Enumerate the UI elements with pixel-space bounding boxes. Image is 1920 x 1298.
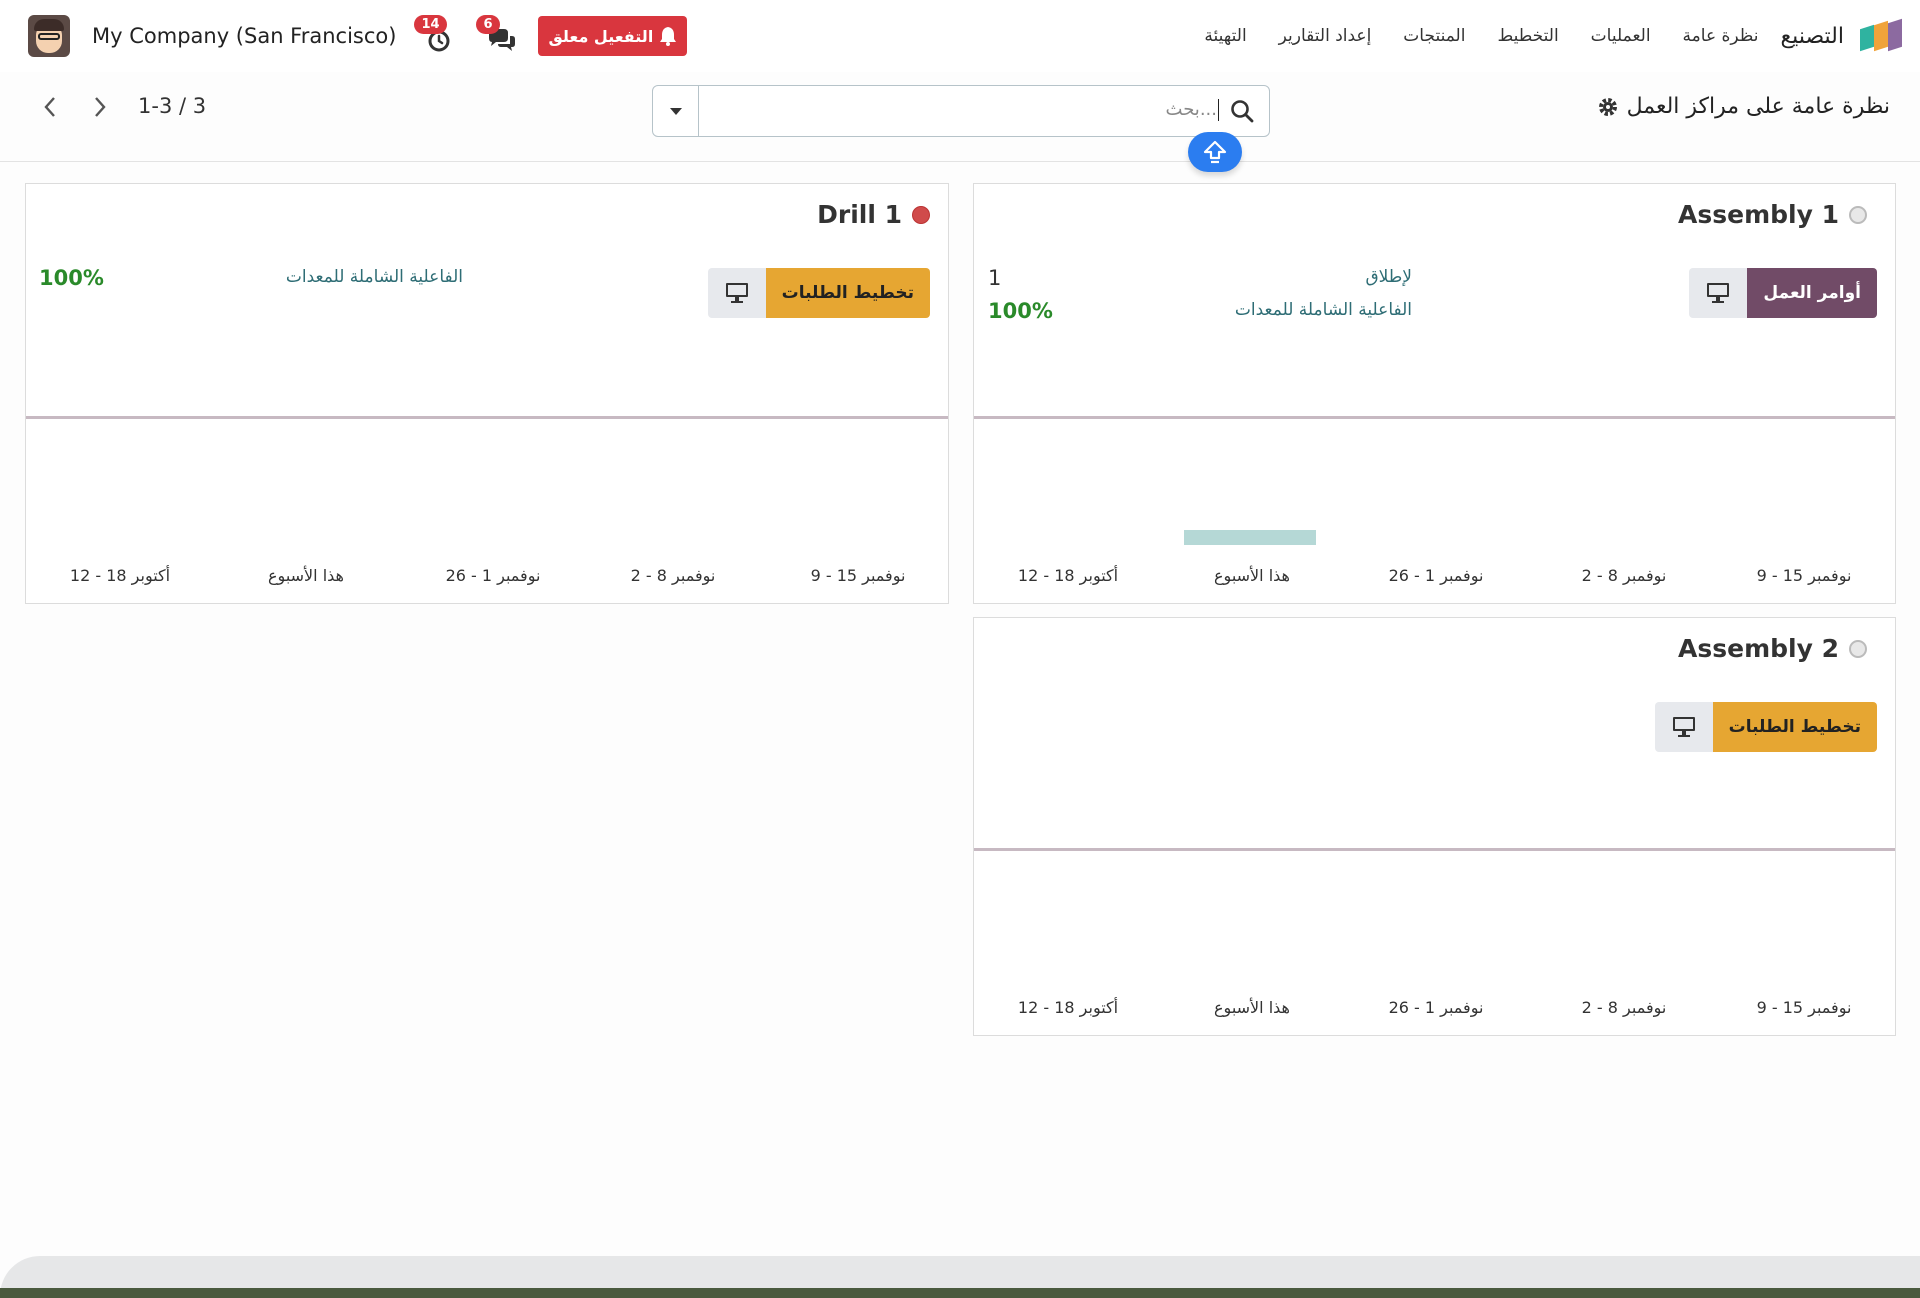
- chart-tick: 2 - 8 نوفمبر: [630, 566, 716, 585]
- menu-overview[interactable]: نظرة عامة: [1683, 26, 1759, 46]
- button-group: تخطيط الطلبات: [707, 268, 930, 318]
- chart-tick: 12 - 18 أكتوبر: [69, 566, 171, 585]
- gear-icon[interactable]: [1597, 96, 1619, 118]
- company-switcher[interactable]: My Company (San Francisco): [92, 24, 396, 48]
- stat-value-oee[interactable]: 100%: [988, 299, 1053, 323]
- app-name[interactable]: التصنيع: [1780, 24, 1844, 49]
- caret-down-icon: [669, 107, 682, 115]
- search-icon[interactable]: [1229, 98, 1255, 124]
- page-title: نظرة عامة على مراكز العمل: [1597, 94, 1890, 119]
- shop-floor-button[interactable]: [707, 268, 766, 318]
- workcenter-card-assembly-1: Assembly 1 أوامر العمل لإطلاق 1 الفاعلية…: [973, 183, 1896, 604]
- chart-bar-this-week: [1184, 530, 1316, 545]
- stat-value-to-launch[interactable]: 1: [988, 266, 1001, 290]
- status-indicator[interactable]: [1849, 205, 1867, 224]
- search-input[interactable]: بحث...: [1166, 99, 1217, 120]
- chart-baseline: [974, 416, 1895, 419]
- workcenter-name[interactable]: Assembly 1: [1678, 200, 1839, 229]
- plan-orders-button[interactable]: تخطيط الطلبات: [765, 268, 930, 318]
- chart-tick: 26 - 1 نوفمبر: [1388, 566, 1484, 585]
- systray: My Company (San Francisco) 14 6 التفعيل …: [28, 0, 688, 72]
- shop-floor-button[interactable]: [1654, 702, 1713, 752]
- text-cursor: [1218, 99, 1219, 121]
- menu-reporting[interactable]: إعداد التقارير: [1279, 26, 1372, 46]
- chart-tick: 12 - 18 أكتوبر: [1017, 566, 1119, 585]
- workcenter-title[interactable]: Assembly 1: [1678, 200, 1867, 229]
- desktop-background-strip: [0, 1288, 1920, 1298]
- chart-baseline: [26, 416, 948, 419]
- activities-button[interactable]: 14: [414, 15, 456, 53]
- top-navbar: التصنيع نظرة عامة العمليات التخطيط المنت…: [0, 0, 1920, 72]
- page-title-text: نظرة عامة على مراكز العمل: [1626, 94, 1890, 119]
- chart-tick: 12 - 18 أكتوبر: [1017, 998, 1119, 1017]
- chart-tick: 26 - 1 نوفمبر: [445, 566, 541, 585]
- stat-label-oee[interactable]: الفاعلية الشاملة للمعدات: [1235, 300, 1412, 320]
- control-panel: نظرة عامة على مراكز العمل بحث... 1-3 / 3: [0, 72, 1920, 172]
- chart-tick: 2 - 8 نوفمبر: [1581, 566, 1667, 585]
- workcenter-card-assembly-2: Assembly 2 تخطيط الطلبات 9 - 15 نوفمبر 2…: [973, 617, 1896, 1036]
- shop-floor-button[interactable]: [1689, 268, 1748, 318]
- user-avatar[interactable]: [28, 15, 70, 57]
- workcenter-title[interactable]: Assembly 2: [1678, 634, 1867, 663]
- stat-label-oee[interactable]: الفاعلية الشاملة للمعدات: [286, 267, 463, 287]
- monitor-icon: [1672, 717, 1695, 737]
- button-group: أوامر العمل: [1689, 268, 1877, 318]
- pager-next-button[interactable]: [86, 90, 114, 124]
- chart-tick: 26 - 1 نوفمبر: [1388, 998, 1484, 1017]
- searchbar-toggle-button[interactable]: [1188, 132, 1242, 172]
- stat-label-to-launch[interactable]: لإطلاق: [1365, 267, 1412, 287]
- status-indicator[interactable]: [1849, 639, 1867, 658]
- manufacturing-app-icon[interactable]: [1860, 18, 1902, 52]
- bell-icon: [660, 27, 677, 46]
- menu-planning[interactable]: التخطيط: [1497, 26, 1558, 46]
- workcenter-title[interactable]: Drill 1: [817, 200, 930, 229]
- search-options-toggle[interactable]: [653, 86, 699, 136]
- workcenter-name[interactable]: Drill 1: [817, 200, 902, 229]
- messages-button[interactable]: 6: [476, 15, 518, 53]
- menu-configuration[interactable]: التهيئة: [1204, 26, 1246, 46]
- chart-tick: هذا الأسبوع: [1214, 998, 1290, 1017]
- activation-pending-button[interactable]: التفعيل معلق: [538, 16, 688, 56]
- main-menu: التصنيع نظرة عامة العمليات التخطيط المنت…: [1172, 0, 1902, 72]
- workcenter-card-drill-1: Drill 1 تخطيط الطلبات الفاعلية الشاملة ل…: [25, 183, 949, 604]
- arrow-up-icon: [1203, 140, 1227, 164]
- workcenter-name[interactable]: Assembly 2: [1678, 634, 1839, 663]
- monitor-icon: [725, 283, 748, 303]
- chart-tick: هذا الأسبوع: [1214, 566, 1290, 585]
- messages-count-badge: 6: [476, 15, 500, 34]
- activities-count-badge: 14: [414, 15, 447, 34]
- status-indicator[interactable]: [912, 205, 930, 224]
- pager-value[interactable]: 1-3 / 3: [138, 94, 206, 118]
- chevron-left-icon: [44, 97, 55, 117]
- activation-label: التفعيل معلق: [548, 26, 654, 46]
- chart-tick: هذا الأسبوع: [268, 566, 344, 585]
- button-group: تخطيط الطلبات: [1654, 702, 1877, 752]
- menu-operations[interactable]: العمليات: [1591, 26, 1651, 46]
- chart-baseline: [974, 848, 1895, 851]
- pager-previous-button[interactable]: [36, 90, 64, 124]
- stat-value-oee[interactable]: 100%: [39, 266, 104, 290]
- search-bar[interactable]: بحث...: [652, 85, 1270, 137]
- chart-tick: 9 - 15 نوفمبر: [1756, 566, 1852, 585]
- chart-tick: 9 - 15 نوفمبر: [1756, 998, 1852, 1017]
- chart-tick: 9 - 15 نوفمبر: [810, 566, 906, 585]
- menu-products[interactable]: المنتجات: [1403, 26, 1465, 46]
- plan-orders-button[interactable]: تخطيط الطلبات: [1712, 702, 1877, 752]
- work-orders-button[interactable]: أوامر العمل: [1747, 268, 1877, 318]
- monitor-icon: [1707, 283, 1730, 303]
- chart-tick: 2 - 8 نوفمبر: [1581, 998, 1667, 1017]
- chevron-right-icon: [95, 97, 106, 117]
